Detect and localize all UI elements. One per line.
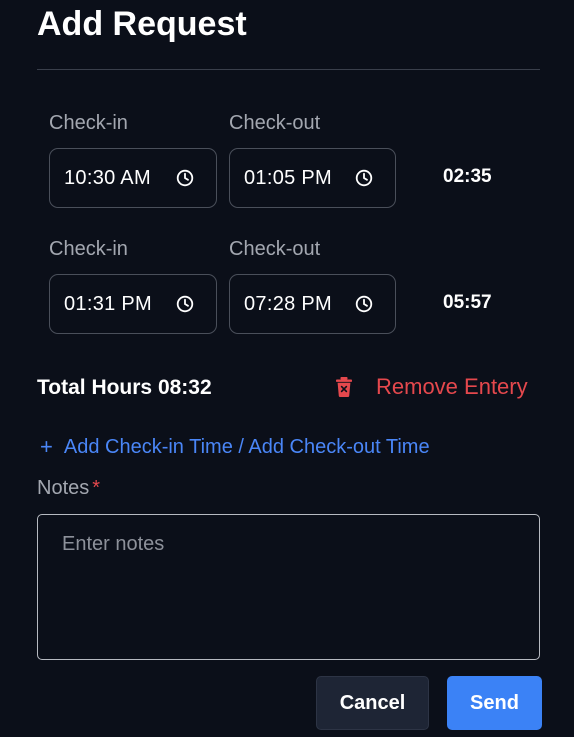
checkout-time-value: 07:28 PM — [244, 292, 333, 315]
checkout-time-input[interactable]: 07:28 PM — [229, 274, 396, 334]
checkout-time-value: 01:05 PM — [244, 166, 333, 189]
notes-label-text: Notes — [37, 477, 90, 499]
clock-icon[interactable] — [176, 295, 194, 313]
checkin-label: Check-in — [49, 112, 128, 134]
checkin-time-value: 01:31 PM — [64, 292, 153, 315]
time-entry-row: Check-in Check-out 10:30 AM 01:05 PM 02:… — [49, 110, 519, 220]
remove-entry-label: Remove Entery — [376, 374, 528, 399]
notes-textarea[interactable] — [37, 514, 540, 660]
send-button[interactable]: Send — [447, 676, 542, 730]
cancel-button[interactable]: Cancel — [316, 676, 429, 730]
trash-icon — [336, 377, 352, 397]
time-entry-row: Check-in Check-out 01:31 PM 07:28 PM 05:… — [49, 236, 519, 346]
checkout-label: Check-out — [229, 238, 321, 260]
plus-icon: + — [40, 434, 53, 459]
remove-entry-button[interactable]: Remove Entery — [334, 374, 528, 400]
checkin-time-input[interactable]: 01:31 PM — [49, 274, 217, 334]
checkin-time-value: 10:30 AM — [64, 166, 151, 189]
clock-icon[interactable] — [355, 169, 373, 187]
entry-duration: 02:35 — [443, 166, 492, 187]
dialog-title: Add Request — [37, 5, 247, 43]
add-request-dialog: Add Request Check-in Check-out 10:30 AM … — [0, 0, 574, 737]
notes-label: Notes * — [37, 477, 100, 500]
total-hours: Total Hours 08:32 — [37, 376, 212, 399]
add-time-label: Add Check-in Time / Add Check-out Time — [63, 435, 430, 458]
clock-icon[interactable] — [355, 295, 373, 313]
add-time-link[interactable]: + Add Check-in Time / Add Check-out Time — [40, 434, 430, 460]
checkout-time-input[interactable]: 01:05 PM — [229, 148, 396, 208]
required-mark: * — [92, 477, 101, 499]
checkin-time-input[interactable]: 10:30 AM — [49, 148, 217, 208]
entry-duration: 05:57 — [443, 292, 492, 313]
title-divider — [37, 69, 540, 70]
clock-icon[interactable] — [176, 169, 194, 187]
checkin-label: Check-in — [49, 238, 128, 260]
checkout-label: Check-out — [229, 112, 321, 134]
